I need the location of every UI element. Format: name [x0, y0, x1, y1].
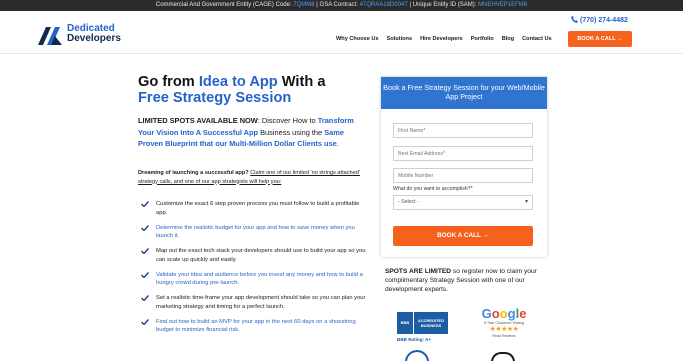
dream-paragraph: Dreaming of launching a successful app? … [138, 169, 368, 186]
separator: | [409, 2, 412, 8]
bbb-accredited-badge[interactable]: BBB ACCREDITED BUSINESS BBB Rating: A+ [395, 310, 449, 352]
arrow-right-icon: → [482, 232, 489, 239]
mobile-number-field[interactable] [393, 168, 533, 183]
strategy-session-form: Book a Free Strategy Session for your We… [381, 77, 547, 257]
dedicated-developers-logo-icon[interactable] [38, 27, 62, 45]
checkmark-icon [141, 201, 149, 207]
gsa-label: GSA Contract: [319, 2, 358, 8]
intro-text: . [336, 139, 339, 149]
google-letter: G [481, 306, 492, 321]
badge-circle-icon [491, 352, 515, 361]
checklist-text: Validate your idea and audience before y… [156, 271, 363, 287]
title-highlight: Idea to App [198, 74, 278, 90]
checkmark-icon [141, 224, 149, 231]
google-reviews-link: Read Reviews [492, 334, 516, 338]
book-a-call-header-button[interactable]: BOOK A CALL → [568, 31, 632, 47]
cage-label: Commercial And Government Entity (CAGE) … [155, 2, 292, 8]
title-text: Go from [138, 74, 199, 90]
checklist-text: Customize the exact 6 step proven proces… [156, 201, 360, 216]
nav-contact-us[interactable]: Contact Us [522, 36, 552, 42]
phone-number: (770) 274-4482 [580, 17, 628, 24]
chevron-down-icon: ▾ [524, 199, 528, 205]
nav-blog[interactable]: Blog [502, 36, 514, 42]
title-highlight: Free Strategy Session [138, 90, 292, 106]
bbb-seal-icon: BBB [397, 312, 413, 334]
bbb-rating: BBB Rating: A+ [397, 337, 432, 342]
accomplish-question-label: What do you want to accomplish?* [393, 186, 473, 192]
bbb-seal-text: BBB [400, 320, 410, 325]
uei-value: MNEHVEP1EFM8 [478, 2, 528, 8]
google-letter: o [499, 306, 508, 321]
button-label: BOOK A CALL [577, 36, 616, 42]
form-heading: Book a Free Strategy Session for your We… [381, 77, 547, 109]
nav-portfolio[interactable]: Portfolio [471, 36, 494, 42]
title-text: With a [277, 74, 326, 90]
bbb-line-2: BUSINESS [420, 323, 442, 328]
checklist-text: Set a realistic time-frame your app deve… [156, 295, 366, 310]
hero-title: Go from Idea to App With a Free Strategy… [138, 74, 368, 106]
checklist-text: Find out how to build an MVP for your ap… [156, 318, 356, 334]
google-rating-badge[interactable]: Google 5 Star Customer Rating ★★★★★ Read… [473, 306, 535, 354]
dream-bold: Dreaming of launching a successful app? [138, 170, 249, 176]
checklist-item: Find out how to build an MVP for your ap… [138, 318, 370, 335]
logo-line-2: Developers [67, 33, 121, 44]
checklist-item: Validate your idea and audience before y… [138, 271, 370, 288]
checklist-item: Customize the exact 6 step proven proces… [138, 200, 370, 217]
book-a-call-submit-button[interactable]: BOOK A CALL → [393, 226, 533, 246]
email-field[interactable] [393, 146, 533, 161]
checklist-text: Determine the realistic budget for your … [156, 224, 355, 240]
checkmark-icon [141, 271, 149, 278]
google-logo: Google [473, 306, 535, 321]
hero-intro: LIMITED SPOTS AVAILABLE NOW: Discover Ho… [138, 115, 368, 150]
checkmark-icon [141, 295, 149, 302]
select-value: - Select - [398, 199, 419, 205]
nav-hire-developers[interactable]: Hire Developers [420, 36, 463, 42]
intro-text: : Discover How to [257, 116, 318, 125]
checklist-item: Set a realistic time-frame your app deve… [138, 294, 370, 311]
nav-solutions[interactable]: Solutions [387, 36, 412, 42]
trust-badges: BBB ACCREDITED BUSINESS BBB Rating: A+ G… [387, 302, 551, 361]
cage-value: 7QMM8 [293, 2, 315, 8]
separator: | [316, 2, 318, 8]
google-letter: g [507, 306, 516, 321]
phone-link[interactable]: (770) 274-4482 [571, 16, 628, 24]
main-nav: Why Choose Us Solutions Hire Developers … [336, 36, 560, 42]
gsa-value: 47QRAA19D004T [359, 2, 408, 8]
checklist-text: Map out the exact tech stack your develo… [156, 248, 366, 263]
intro-bold: LIMITED SPOTS AVAILABLE NOW [138, 116, 258, 125]
checkmark-icon [141, 248, 149, 255]
star-rating-icon: ★★★★★ [489, 326, 519, 333]
logo-wordmark[interactable]: Dedicated Developers [67, 24, 121, 44]
arrow-right-icon: → [617, 36, 623, 42]
phone-icon [571, 16, 578, 23]
spots-limited-text: SPOTS ARE LIMITED so register now to cla… [385, 267, 550, 295]
button-label: BOOK A CALL [437, 232, 481, 239]
spots-bold: SPOTS ARE LIMITED [385, 268, 452, 275]
accomplish-select[interactable]: - Select - ▾ [393, 195, 533, 210]
checkmark-icon [141, 318, 149, 325]
site-header: Dedicated Developers (770) 274-4482 Why … [0, 11, 683, 54]
checklist-item: Map out the exact tech stack your develo… [138, 247, 370, 264]
benefits-checklist: Customize the exact 6 step proven proces… [138, 200, 370, 341]
government-info-bar: Commercial And Government Entity (CAGE) … [0, 0, 683, 11]
uei-label: Unique Entity ID (SAM): [412, 2, 477, 8]
nav-why-choose-us[interactable]: Why Choose Us [336, 36, 379, 42]
first-name-field[interactable] [393, 123, 533, 138]
google-letter: o [491, 306, 500, 321]
google-letter: e [519, 306, 527, 321]
checklist-item: Determine the realistic budget for your … [138, 224, 370, 241]
intro-text: Business using the [258, 127, 325, 137]
bbb-accredited-label: ACCREDITED BUSINESS [414, 312, 448, 334]
